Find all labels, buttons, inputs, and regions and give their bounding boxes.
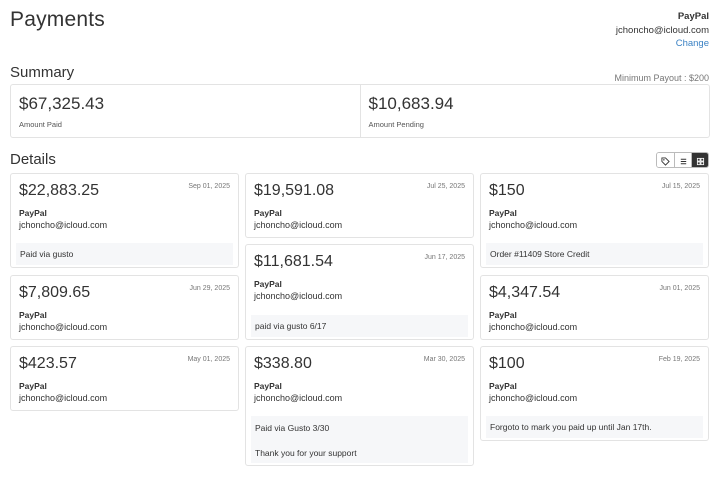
payment-card[interactable]: $338.80 Mar 30, 2025 PayPal jchoncho@icl… [245,346,474,466]
minimum-payout: Minimum Payout : $200 [614,73,709,83]
payment-amount: $338.80 [254,355,312,372]
account-method: PayPal [677,11,709,22]
account-email: jchoncho@icloud.com [615,24,709,36]
summary-title: Summary [10,64,75,81]
payment-email: jchoncho@icloud.com [489,220,578,230]
payment-method: PayPal [489,381,517,391]
payment-email: jchoncho@icloud.com [489,322,578,332]
amount-pending-value: $10,683.94 [368,94,454,113]
summary-panel: $67,325.43 Amount Paid $10,683.94 Amount… [10,84,710,138]
tag-icon [661,156,670,166]
payment-method: PayPal [489,208,517,218]
payout-account: PayPal jchoncho@icloud.com Change [616,10,709,51]
payment-method: PayPal [19,310,47,320]
list-view-button[interactable] [674,153,691,167]
payment-date: Jul 15, 2025 [661,183,700,190]
details-title: Details [10,151,56,168]
payment-method: PayPal [254,279,282,289]
payment-card[interactable]: $4,347.54 Jun 01, 2025 PayPal jchoncho@i… [480,275,709,340]
payment-note: Forgoto to mark you paid up until Jan 17… [486,416,703,438]
payment-email: jchoncho@icloud.com [254,220,343,230]
amount-paid-value: $67,325.43 [19,94,105,113]
amount-paid-cell: $67,325.43 Amount Paid [11,85,360,137]
amount-pending-cell: $10,683.94 Amount Pending [359,85,710,137]
payment-date: May 01, 2025 [187,356,230,363]
payment-method: PayPal [19,208,47,218]
payment-date: Feb 19, 2025 [658,356,700,363]
payment-date: Jun 01, 2025 [659,285,700,292]
payment-method: PayPal [254,381,282,391]
payment-note: paid via gusto 6/17 [251,315,468,337]
payment-card[interactable]: $11,681.54 Jun 17, 2025 PayPal jchoncho@… [245,244,474,340]
payment-amount: $22,883.25 [19,182,100,199]
payment-method: PayPal [19,381,47,391]
payment-email: jchoncho@icloud.com [254,291,343,301]
payment-note-spacer [255,435,464,448]
payment-card[interactable]: $19,591.08 Jul 25, 2025 PayPal jchoncho@… [245,173,474,238]
grid-view-button[interactable] [691,153,708,167]
payment-card[interactable]: $100 Feb 19, 2025 PayPal jchoncho@icloud… [480,346,709,441]
payment-date: Jun 29, 2025 [189,285,230,292]
payment-email: jchoncho@icloud.com [19,322,108,332]
page-title: Payments [10,8,105,31]
payment-card[interactable]: $7,809.65 Jun 29, 2025 PayPal jchoncho@i… [10,275,239,340]
payment-email: jchoncho@icloud.com [254,393,343,403]
payment-amount: $100 [489,355,525,372]
payment-email: jchoncho@icloud.com [19,220,108,230]
payment-note-line: paid via gusto 6/17 [255,321,327,331]
payment-amount: $4,347.54 [489,284,561,301]
payment-amount: $11,681.54 [254,253,333,270]
payment-date: Jun 17, 2025 [424,254,465,261]
payment-amount: $150 [489,182,525,199]
payment-card[interactable]: $423.57 May 01, 2025 PayPal jchoncho@icl… [10,346,239,411]
payment-note-line: Thank you for your support [255,448,357,458]
payment-amount: $7,809.65 [19,284,91,301]
change-account-link[interactable]: Change [616,37,709,51]
payment-method: PayPal [489,310,517,320]
list-icon [680,158,686,164]
amount-pending-label: Amount Pending [368,120,424,129]
payment-card[interactable]: $150 Jul 15, 2025 PayPal jchoncho@icloud… [480,173,709,268]
payment-note: Order #11409 Store Credit [486,243,703,265]
payment-amount: $19,591.08 [254,182,335,199]
payment-note-line: Paid via Gusto 3/30 [255,423,330,433]
grid-icon [696,157,704,165]
tag-view-button[interactable] [657,153,674,167]
payment-amount: $423.57 [19,355,77,372]
payment-note-line: Paid via gusto [20,249,74,259]
view-mode-toggle [656,152,709,168]
payment-card[interactable]: $22,883.25 Sep 01, 2025 PayPal jchoncho@… [10,173,239,268]
payment-date: Mar 30, 2025 [423,356,465,363]
payment-email: jchoncho@icloud.com [19,393,108,403]
payment-note: Paid via Gusto 3/30 Thank you for your s… [251,416,468,463]
payment-date: Sep 01, 2025 [188,183,230,190]
payment-date: Jul 25, 2025 [426,183,465,190]
amount-paid-label: Amount Paid [19,120,62,129]
payment-email: jchoncho@icloud.com [489,393,578,403]
payment-note-line: Order #11409 Store Credit [490,249,590,259]
payment-note: Paid via gusto [16,243,233,265]
payment-method: PayPal [254,208,282,218]
payment-note-line: Forgoto to mark you paid up until Jan 17… [490,422,652,432]
